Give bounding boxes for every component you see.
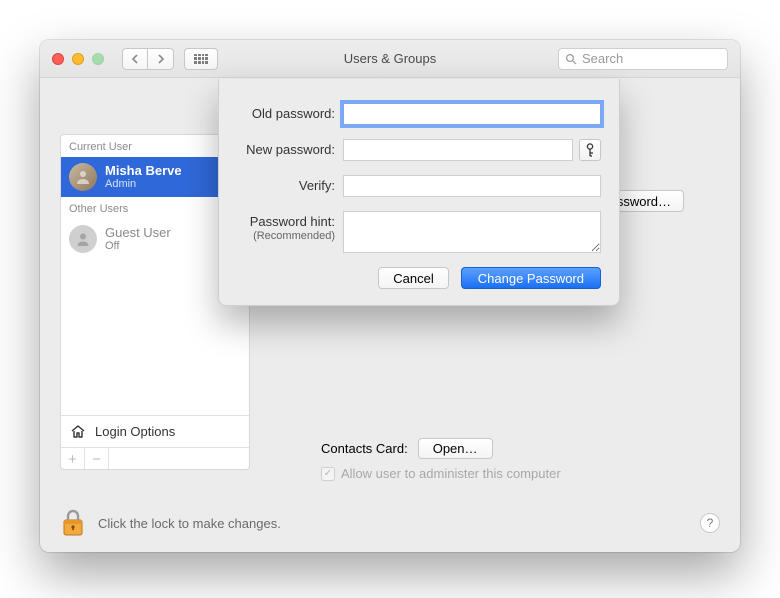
search-field[interactable]: Search bbox=[558, 48, 728, 70]
old-password-label: Old password: bbox=[237, 103, 343, 121]
login-options[interactable]: Login Options bbox=[61, 415, 249, 447]
password-hint-input[interactable] bbox=[343, 211, 601, 253]
admin-checkbox-label: Allow user to administer this computer bbox=[341, 466, 561, 481]
traffic-lights bbox=[52, 53, 104, 65]
user-role: Admin bbox=[105, 178, 182, 190]
search-placeholder: Search bbox=[582, 51, 623, 66]
verify-label: Verify: bbox=[237, 175, 343, 193]
person-icon bbox=[75, 231, 91, 247]
person-icon bbox=[75, 169, 91, 185]
lock-icon[interactable] bbox=[60, 508, 86, 538]
open-contacts-button[interactable]: Open… bbox=[418, 438, 493, 459]
password-assistant-button[interactable] bbox=[579, 139, 601, 161]
user-role: Off bbox=[105, 240, 171, 252]
key-icon bbox=[585, 143, 595, 157]
user-name: Guest User bbox=[105, 226, 171, 240]
hint-label: Password hint: (Recommended) bbox=[237, 211, 343, 244]
change-password-submit-button[interactable]: Change Password bbox=[461, 267, 601, 289]
close-window-button[interactable] bbox=[52, 53, 64, 65]
add-remove-bar: + − bbox=[61, 447, 249, 469]
admin-checkbox-row: ✓ Allow user to administer this computer bbox=[321, 466, 561, 481]
search-icon bbox=[565, 53, 577, 65]
verify-password-input[interactable] bbox=[343, 175, 601, 197]
chevron-right-icon bbox=[157, 54, 165, 64]
admin-checkbox[interactable]: ✓ bbox=[321, 467, 335, 481]
forward-button[interactable] bbox=[148, 48, 174, 70]
preferences-window: Users & Groups Search Current User Misha… bbox=[40, 40, 740, 552]
old-password-input[interactable] bbox=[343, 103, 601, 125]
login-options-label: Login Options bbox=[95, 424, 175, 439]
user-name: Misha Berve bbox=[105, 164, 182, 178]
new-password-input[interactable] bbox=[343, 139, 573, 161]
home-icon bbox=[69, 423, 87, 441]
change-password-sheet: Old password: New password: Verify: Pass… bbox=[218, 79, 620, 306]
add-user-button[interactable]: + bbox=[61, 448, 85, 470]
remove-user-button[interactable]: − bbox=[85, 448, 109, 470]
cancel-button[interactable]: Cancel bbox=[378, 267, 448, 289]
chevron-left-icon bbox=[131, 54, 139, 64]
show-all-button[interactable] bbox=[184, 48, 218, 70]
minimize-window-button[interactable] bbox=[72, 53, 84, 65]
avatar bbox=[69, 225, 97, 253]
contacts-card-label: Contacts Card: bbox=[321, 441, 408, 456]
footer: Click the lock to make changes. ? bbox=[60, 508, 720, 538]
help-button[interactable]: ? bbox=[700, 513, 720, 533]
contacts-card-row: Contacts Card: Open… bbox=[321, 438, 493, 459]
zoom-window-button[interactable] bbox=[92, 53, 104, 65]
grid-icon bbox=[194, 54, 208, 64]
back-button[interactable] bbox=[122, 48, 148, 70]
new-password-label: New password: bbox=[237, 139, 343, 157]
lock-text: Click the lock to make changes. bbox=[98, 516, 281, 531]
avatar bbox=[69, 163, 97, 191]
nav-segment bbox=[122, 48, 174, 70]
titlebar: Users & Groups Search bbox=[40, 40, 740, 78]
